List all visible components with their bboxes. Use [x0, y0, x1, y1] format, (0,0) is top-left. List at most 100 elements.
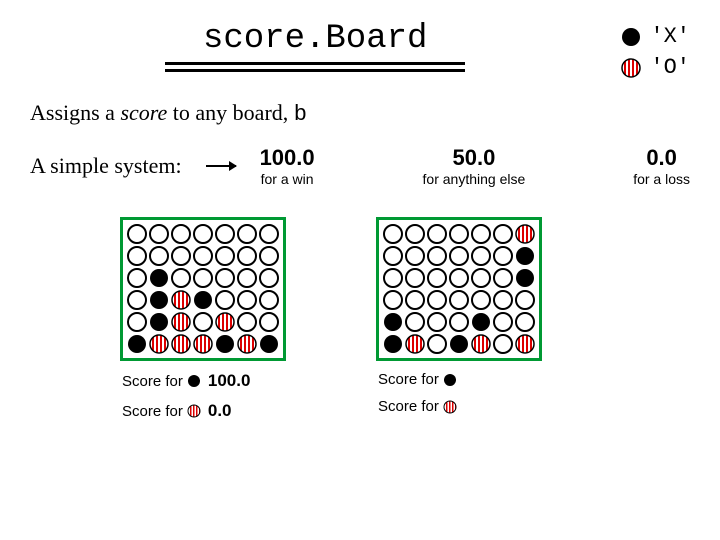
empty-circle-icon — [236, 289, 258, 311]
empty-circle-icon — [426, 245, 448, 267]
empty-circle-icon — [258, 267, 280, 289]
board-cell — [192, 311, 214, 333]
board-cell — [404, 223, 426, 245]
empty-circle-icon — [448, 267, 470, 289]
board-left-score-x: Score for 100.0 — [122, 371, 250, 391]
caption-label: Score for — [378, 371, 439, 388]
board-right-score-x: Score for — [378, 371, 464, 388]
title-underline — [165, 69, 465, 74]
black-circle-icon — [126, 333, 148, 355]
legend-x: 'X' — [620, 24, 690, 49]
caption-value: 0.0 — [208, 401, 232, 421]
subtitle: Assigns a score to any board, b — [30, 100, 690, 127]
board-cell — [492, 333, 514, 355]
striped-circle-icon — [443, 400, 457, 414]
black-circle-icon — [148, 289, 170, 311]
striped-circle-icon — [214, 311, 236, 333]
board-cell — [426, 311, 448, 333]
board-cell — [448, 223, 470, 245]
empty-circle-icon — [404, 245, 426, 267]
board-left-col: Score for 100.0 Score for 0.0 — [120, 217, 286, 421]
board-cell — [192, 267, 214, 289]
caption-label: Score for — [122, 373, 183, 390]
board-cell — [470, 267, 492, 289]
title-wrap: score.Board — [30, 20, 600, 74]
empty-circle-icon — [470, 245, 492, 267]
black-circle-icon — [258, 333, 280, 355]
board-cell — [170, 267, 192, 289]
empty-circle-icon — [126, 267, 148, 289]
system-row: A simple system: 100.0 for a win 50.0 fo… — [30, 145, 690, 187]
board-cell — [514, 289, 536, 311]
board-cell — [404, 333, 426, 355]
black-circle-icon — [514, 267, 536, 289]
empty-circle-icon — [258, 223, 280, 245]
board-cell — [492, 311, 514, 333]
striped-circle-icon — [170, 289, 192, 311]
empty-circle-icon — [236, 267, 258, 289]
legend-o: 'O' — [620, 55, 690, 80]
score-mid-note: for anything else — [423, 171, 526, 187]
title-underline — [165, 62, 465, 67]
empty-circle-icon — [126, 311, 148, 333]
board-cell — [514, 245, 536, 267]
board-row — [382, 333, 536, 355]
board-cell — [126, 267, 148, 289]
board-right-score-o: Score for — [378, 398, 464, 415]
empty-circle-icon — [258, 311, 280, 333]
board-cell — [448, 333, 470, 355]
board-row — [382, 289, 536, 311]
board-cell — [258, 223, 280, 245]
empty-circle-icon — [192, 311, 214, 333]
empty-circle-icon — [492, 223, 514, 245]
empty-circle-icon — [514, 289, 536, 311]
empty-circle-icon — [170, 245, 192, 267]
board-cell — [382, 267, 404, 289]
board-cell — [170, 289, 192, 311]
board-cell — [404, 245, 426, 267]
black-circle-icon — [514, 245, 536, 267]
empty-circle-icon — [214, 223, 236, 245]
board-cell — [192, 223, 214, 245]
board-cell — [470, 333, 492, 355]
striped-circle-icon — [514, 333, 536, 355]
empty-circle-icon — [148, 245, 170, 267]
black-circle-icon — [382, 333, 404, 355]
score-loss: 0.0 for a loss — [633, 145, 690, 187]
empty-circle-icon — [214, 267, 236, 289]
black-circle-icon — [448, 333, 470, 355]
board-cell — [170, 245, 192, 267]
empty-circle-icon — [426, 267, 448, 289]
board-cell — [448, 311, 470, 333]
board-cell — [426, 223, 448, 245]
board-cell — [236, 245, 258, 267]
striped-circle-icon — [620, 57, 642, 79]
board-cell — [492, 223, 514, 245]
arrow-icon — [206, 165, 236, 167]
board-cell — [126, 333, 148, 355]
board-cell — [236, 289, 258, 311]
empty-circle-icon — [492, 311, 514, 333]
board-cell — [470, 311, 492, 333]
board-cell — [382, 223, 404, 245]
board-cell — [236, 267, 258, 289]
board-cell — [404, 289, 426, 311]
empty-circle-icon — [170, 267, 192, 289]
striped-circle-icon — [148, 333, 170, 355]
striped-circle-icon — [187, 404, 201, 418]
empty-circle-icon — [470, 289, 492, 311]
board-cell — [214, 223, 236, 245]
board-cell — [492, 267, 514, 289]
board-cell — [214, 289, 236, 311]
board-left-score-o: Score for 0.0 — [122, 401, 250, 421]
black-circle-icon — [148, 311, 170, 333]
subtitle-code: b — [294, 102, 307, 127]
empty-circle-icon — [448, 223, 470, 245]
board-row — [382, 311, 536, 333]
board-cell — [126, 289, 148, 311]
empty-circle-icon — [492, 245, 514, 267]
board-cell — [192, 245, 214, 267]
striped-circle-icon — [192, 333, 214, 355]
board-right — [376, 217, 542, 361]
score-win: 100.0 for a win — [260, 145, 315, 187]
